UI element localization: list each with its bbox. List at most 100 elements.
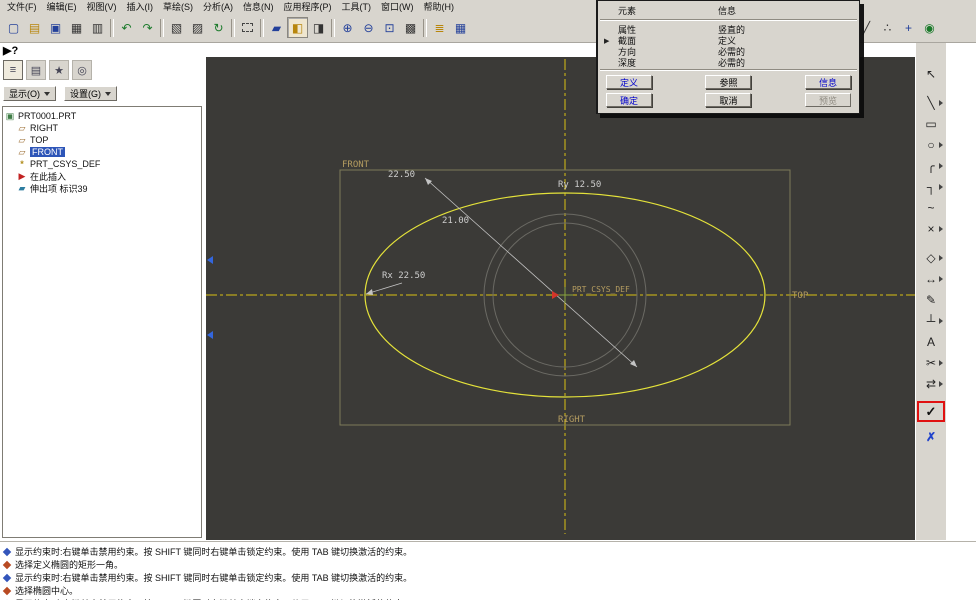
- paste-button[interactable]: ▨: [187, 17, 208, 38]
- folder-browser-tab[interactable]: ▤: [26, 60, 46, 80]
- toolbar-left-group: ▢▤▣▦▥↶↷▧▨↻▰◧◨⊕⊖⊡▩≣▦: [3, 17, 471, 38]
- sketcher-tool-button[interactable]: [920, 84, 942, 92]
- dimension-value[interactable]: 21.00: [442, 216, 469, 226]
- menu-item[interactable]: 工具(T): [337, 0, 377, 14]
- zoom-out-button[interactable]: ⊖: [358, 17, 379, 38]
- ok-button[interactable]: 确定: [606, 93, 652, 107]
- dialog-element-row[interactable]: ▶截面定义: [604, 34, 853, 45]
- cancel-button[interactable]: 取消: [705, 93, 751, 107]
- favorites-tab[interactable]: ★: [49, 60, 69, 80]
- zoom-in-button[interactable]: ⊕: [337, 17, 358, 38]
- text-tool[interactable]: A: [920, 331, 942, 352]
- select-tool[interactable]: ↖: [920, 63, 942, 84]
- toolbar-button[interactable]: [423, 19, 427, 37]
- panel-collapse-arrow[interactable]: [207, 256, 213, 264]
- tree-item[interactable]: ▱RIGHT: [3, 122, 201, 134]
- navigator-tab-icon: ≡: [10, 64, 16, 76]
- menu-item[interactable]: 插入(I): [122, 0, 159, 14]
- copy-button[interactable]: ▧: [166, 17, 187, 38]
- tree-item[interactable]: ▶在此插入: [3, 170, 201, 182]
- select-box-button[interactable]: [237, 17, 258, 38]
- use-edge-tool[interactable]: ◇: [920, 247, 942, 268]
- dialog-element-row[interactable]: 深度必需的: [604, 56, 853, 67]
- modify-tool[interactable]: ✎: [920, 289, 942, 310]
- toolbar-button[interactable]: [260, 19, 264, 37]
- preview-button[interactable]: 预览: [805, 93, 851, 107]
- print-button[interactable]: ▦: [66, 17, 87, 38]
- toolbar-button[interactable]: [331, 19, 335, 37]
- history-tab[interactable]: ◎: [72, 60, 92, 80]
- menu-item[interactable]: 信息(N): [238, 0, 279, 14]
- sketch-orient-button[interactable]: ◧: [287, 17, 308, 38]
- quit-button[interactable]: ✗: [920, 426, 942, 447]
- tree-item-icon: ▱: [17, 123, 27, 133]
- model-tree-tab[interactable]: ≡: [3, 60, 23, 80]
- menu-item[interactable]: 视图(V): [82, 0, 122, 14]
- tree-item[interactable]: ▰伸出项 标识39: [3, 182, 201, 194]
- repaint-button[interactable]: ▩: [400, 17, 421, 38]
- point-tool[interactable]: ×: [920, 218, 942, 239]
- dialog-element-row[interactable]: 方向必需的: [604, 45, 853, 56]
- tree-item[interactable]: ▣PRT0001.PRT: [3, 110, 201, 122]
- circle-tool[interactable]: ○: [920, 134, 942, 155]
- trim-tool[interactable]: ✂: [920, 352, 942, 373]
- view-manager-button[interactable]: ▦: [450, 17, 471, 38]
- tool-icon: ✓: [926, 404, 937, 420]
- menu-item[interactable]: 窗口(W): [376, 0, 419, 14]
- line-tool[interactable]: ╲: [920, 92, 942, 113]
- message-text: 显示约束时:右键单击禁用约束。按 SHIFT 键同时右键单击锁定约束。使用 TA…: [15, 571, 412, 584]
- panel-collapse-arrow[interactable]: [207, 331, 213, 339]
- shade-button[interactable]: ◨: [308, 17, 329, 38]
- sketch-display-button[interactable]: ▰: [266, 17, 287, 38]
- menu-item[interactable]: 帮助(H): [419, 0, 460, 14]
- csys-display-toggle[interactable]: +: [898, 17, 919, 38]
- graphics-area[interactable]: 22.50 21.00 Ry 12.50 Rx 22.50 FRONT TOP …: [206, 57, 915, 540]
- refs-button[interactable]: 参照: [705, 75, 751, 89]
- done-button[interactable]: ✓: [919, 403, 943, 420]
- rectangle-tool[interactable]: ▭: [920, 113, 942, 134]
- new-file-button[interactable]: ▢: [3, 17, 24, 38]
- menu-item[interactable]: 草绘(S): [158, 0, 198, 14]
- define-button[interactable]: 定义: [606, 75, 652, 89]
- tree-item[interactable]: *PRT_CSYS_DEF: [3, 158, 201, 170]
- layers-button[interactable]: ≣: [429, 17, 450, 38]
- refit-button[interactable]: ⊡: [379, 17, 400, 38]
- toolbar-button[interactable]: [231, 19, 235, 37]
- fillet-tool[interactable]: ┐: [920, 176, 942, 197]
- model-tree: ▣PRT0001.PRT▱RIGHT▱TOP▱FRONT*PRT_CSYS_DE…: [2, 106, 202, 538]
- arc-tool[interactable]: ╭: [920, 155, 942, 176]
- spin-center-toggle[interactable]: ◉: [919, 17, 940, 38]
- menu-item[interactable]: 应用程序(P): [279, 0, 337, 14]
- erase-display-button[interactable]: ▥: [87, 17, 108, 38]
- dimension-tool[interactable]: ↔: [920, 268, 942, 289]
- constraint-tool[interactable]: ┴: [920, 310, 942, 331]
- tool-icon: ↖: [926, 67, 936, 81]
- dimension-value[interactable]: Rx 22.50: [382, 271, 425, 281]
- tree-dropdown-button[interactable]: 显示(O): [3, 86, 56, 101]
- tree-item[interactable]: ▱TOP: [3, 134, 201, 146]
- dialog-element-row[interactable]: 属性竖直的: [604, 23, 853, 34]
- mirror-tool[interactable]: ⇄: [920, 373, 942, 394]
- save-button[interactable]: ▣: [45, 17, 66, 38]
- dimension-value[interactable]: Ry 12.50: [558, 180, 601, 190]
- undo-button[interactable]: ↶: [116, 17, 137, 38]
- dimension-value[interactable]: 22.50: [388, 170, 415, 180]
- message-text: 显示约束时:右键单击禁用约束。按 SHIFT 键同时右键单击锁定约束。使用 TA…: [15, 545, 412, 558]
- menu-item[interactable]: 文件(F): [2, 0, 42, 14]
- redo-button[interactable]: ↷: [137, 17, 158, 38]
- tree-dropdown-button[interactable]: 设置(G): [64, 86, 117, 101]
- chevron-down-icon: [44, 92, 50, 96]
- menu-item[interactable]: 编辑(E): [42, 0, 82, 14]
- tree-item-label: RIGHT: [30, 123, 58, 133]
- info-button[interactable]: 信息: [805, 75, 851, 89]
- sketcher-tool-button[interactable]: [920, 239, 942, 247]
- regenerate-button[interactable]: ↻: [208, 17, 229, 38]
- toolbar-button[interactable]: [160, 19, 164, 37]
- spline-tool[interactable]: ~: [920, 197, 942, 218]
- toolbar-icon: ▨: [192, 21, 203, 35]
- tree-item[interactable]: ▱FRONT: [3, 146, 201, 158]
- open-button[interactable]: ▤: [24, 17, 45, 38]
- datum-points-toggle[interactable]: ∴: [877, 17, 898, 38]
- toolbar-button[interactable]: [110, 19, 114, 37]
- menu-item[interactable]: 分析(A): [198, 0, 238, 14]
